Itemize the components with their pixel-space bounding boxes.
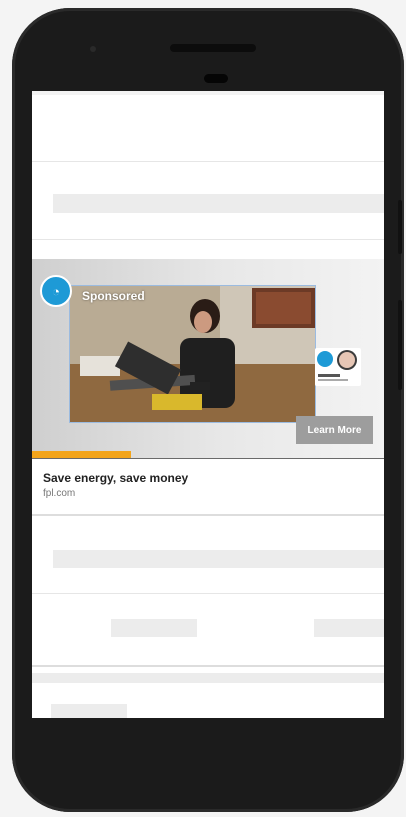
video-frame[interactable] — [69, 285, 316, 423]
divider — [32, 161, 384, 162]
divider — [32, 593, 384, 594]
divider — [32, 665, 384, 667]
divider — [32, 239, 384, 240]
sponsored-video-ad[interactable]: ◔ Sponsored Learn More — [32, 259, 384, 459]
proximity-sensor — [204, 74, 228, 83]
volume-button — [398, 300, 402, 390]
skeleton-line — [53, 550, 384, 568]
skeleton-line — [51, 704, 127, 718]
skeleton-top — [32, 91, 384, 95]
skeleton-line — [111, 619, 197, 637]
skeleton-line — [53, 194, 384, 213]
ad-domain[interactable]: fpl.com — [43, 488, 75, 499]
skeleton-band — [32, 673, 384, 683]
ad-title[interactable]: Save energy, save money — [43, 471, 188, 485]
video-progress-bar — [32, 451, 131, 458]
end-card-thumbnail — [315, 348, 361, 386]
earpiece-speaker — [170, 44, 256, 52]
skeleton-line — [314, 619, 384, 637]
divider — [32, 458, 384, 459]
advertiser-badge-icon: ◔ — [40, 275, 72, 307]
divider — [32, 514, 384, 516]
video-scene — [70, 286, 315, 422]
phone-screen: ◔ Sponsored Learn More Save energy, save… — [32, 91, 384, 718]
sponsored-label: Sponsored — [82, 289, 145, 303]
front-camera — [90, 46, 96, 52]
power-button — [398, 200, 402, 254]
learn-more-button[interactable]: Learn More — [296, 416, 373, 444]
